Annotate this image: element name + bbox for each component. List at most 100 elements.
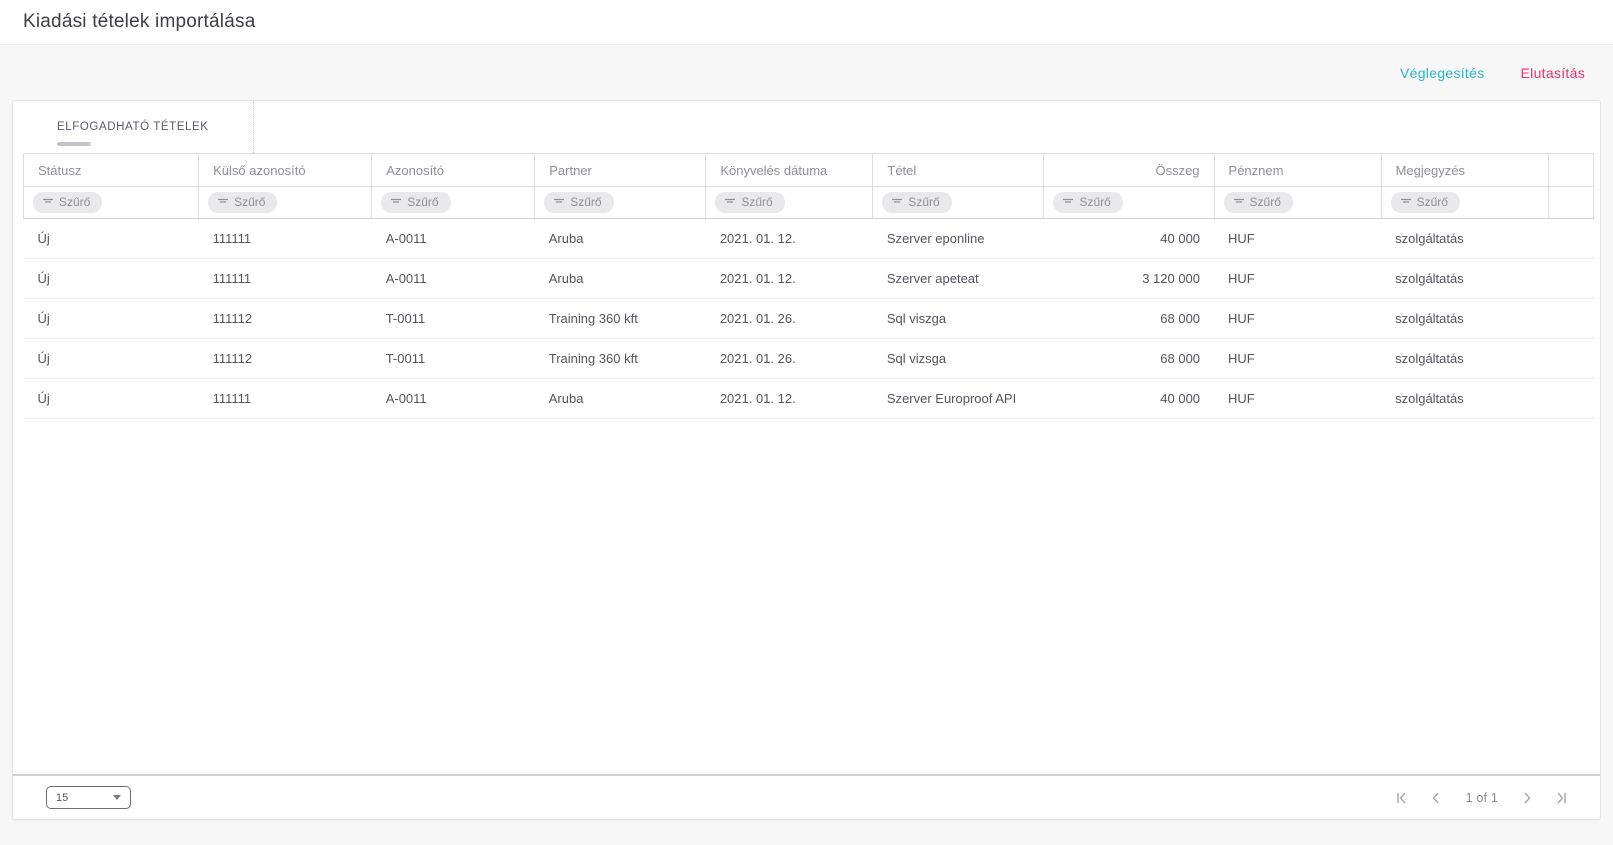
cell-4-7: HUF: [1214, 379, 1381, 419]
filter-lines-icon: [891, 197, 903, 207]
column-header-8: Megjegyzés: [1381, 154, 1548, 187]
filter-label: Szűrő: [1079, 195, 1110, 209]
filter-cell-5: Szűrő: [873, 187, 1044, 219]
table-row[interactable]: Új111111A-0011Aruba2021. 01. 12.Szerver …: [24, 379, 1594, 419]
filter-lines-icon: [42, 197, 54, 207]
cell-3-3: Training 360 kft: [535, 339, 706, 379]
grid-footer: 15 1 of 1: [13, 774, 1600, 819]
cell-1-3: Aruba: [535, 259, 706, 299]
page-title: Kiadási tételek importálása: [23, 11, 255, 33]
filter-button-3[interactable]: Szűrő: [544, 192, 613, 213]
cell-3-8: szolgáltatás: [1381, 339, 1548, 379]
row-spacer: [1548, 259, 1593, 299]
cell-0-4: 2021. 01. 12.: [706, 219, 873, 259]
cell-3-7: HUF: [1214, 339, 1381, 379]
cell-0-1: 111111: [199, 219, 372, 259]
page-status: 1 of 1: [1465, 790, 1498, 805]
last-page-button[interactable]: [1548, 785, 1574, 811]
page-size-value: 15: [56, 792, 68, 804]
cell-1-6: 3 120 000: [1044, 259, 1214, 299]
cell-1-5: Szerver apeteat: [873, 259, 1044, 299]
cell-0-5: Szerver eponline: [873, 219, 1044, 259]
column-header-5: Tétel: [873, 154, 1044, 187]
cell-2-4: 2021. 01. 26.: [706, 299, 873, 339]
items-table: StátuszKülső azonosítóAzonosítóPartnerKö…: [23, 153, 1594, 419]
cell-0-3: Aruba: [535, 219, 706, 259]
title-bar: Kiadási tételek importálása: [0, 0, 1613, 45]
cell-2-0: Új: [24, 299, 199, 339]
table-row[interactable]: Új111112T-0011Training 360 kft2021. 01. …: [24, 299, 1594, 339]
cell-2-8: szolgáltatás: [1381, 299, 1548, 339]
finalize-button[interactable]: Véglegesítés: [1400, 65, 1485, 81]
cell-3-5: Sql vizsga: [873, 339, 1044, 379]
content-card: ELFOGADHATÓ TÉTELEK StátuszKülső azonosí…: [12, 100, 1601, 820]
filter-cell-3: Szűrő: [535, 187, 706, 219]
filter-button-8[interactable]: Szűrő: [1391, 192, 1460, 213]
column-header-3: Partner: [535, 154, 706, 187]
cell-2-2: T-0011: [372, 299, 535, 339]
column-header-4: Könyvelés dátuma: [706, 154, 873, 187]
row-spacer: [1548, 339, 1593, 379]
cell-0-8: szolgáltatás: [1381, 219, 1548, 259]
table-row[interactable]: Új111111A-0011Aruba2021. 01. 12.Szerver …: [24, 219, 1594, 259]
tab-bar: ELFOGADHATÓ TÉTELEK: [13, 101, 1600, 153]
cell-4-0: Új: [24, 379, 199, 419]
filter-button-2[interactable]: Szűrő: [381, 192, 450, 213]
filter-cell-2: Szűrő: [372, 187, 535, 219]
filter-button-5[interactable]: Szűrő: [882, 192, 951, 213]
filter-label: Szűrő: [570, 195, 601, 209]
filter-label: Szűrő: [1250, 195, 1281, 209]
filter-button-4[interactable]: Szűrő: [715, 192, 784, 213]
cell-0-0: Új: [24, 219, 199, 259]
column-header-7: Pénznem: [1214, 154, 1381, 187]
cell-1-2: A-0011: [372, 259, 535, 299]
pagination: 1 of 1: [1389, 785, 1574, 811]
tab-acceptable-items[interactable]: ELFOGADHATÓ TÉTELEK: [13, 101, 254, 153]
cell-1-0: Új: [24, 259, 199, 299]
cell-2-3: Training 360 kft: [535, 299, 706, 339]
column-header-0: Státusz: [24, 154, 199, 187]
reject-button[interactable]: Elutasítás: [1521, 65, 1585, 81]
table-row[interactable]: Új111111A-0011Aruba2021. 01. 12.Szerver …: [24, 259, 1594, 299]
header-spacer: [1548, 187, 1593, 219]
row-spacer: [1548, 219, 1593, 259]
table-row[interactable]: Új111112T-0011Training 360 kft2021. 01. …: [24, 339, 1594, 379]
filter-button-7[interactable]: Szűrő: [1224, 192, 1293, 213]
cell-3-1: 111112: [199, 339, 372, 379]
cell-4-1: 111111: [199, 379, 372, 419]
cell-4-3: Aruba: [535, 379, 706, 419]
tab-label: ELFOGADHATÓ TÉTELEK: [57, 121, 209, 133]
filter-lines-icon: [1062, 197, 1074, 207]
last-page-icon: [1554, 791, 1568, 805]
cell-0-7: HUF: [1214, 219, 1381, 259]
filter-button-0[interactable]: Szűrő: [33, 192, 102, 213]
filter-lines-icon: [553, 197, 565, 207]
previous-page-button[interactable]: [1423, 785, 1449, 811]
next-page-button[interactable]: [1514, 785, 1540, 811]
cell-3-0: Új: [24, 339, 199, 379]
first-page-button[interactable]: [1389, 785, 1415, 811]
chevron-down-icon: [113, 795, 121, 800]
table-header-row: StátuszKülső azonosítóAzonosítóPartnerKö…: [24, 154, 1594, 187]
cell-1-4: 2021. 01. 12.: [706, 259, 873, 299]
filter-button-6[interactable]: Szűrő: [1053, 192, 1122, 213]
filter-lines-icon: [724, 197, 736, 207]
cell-4-4: 2021. 01. 12.: [706, 379, 873, 419]
cell-2-6: 68 000: [1044, 299, 1214, 339]
cell-2-5: Sql viszga: [873, 299, 1044, 339]
filter-label: Szűrő: [1417, 195, 1448, 209]
cell-1-7: HUF: [1214, 259, 1381, 299]
filter-lines-icon: [217, 197, 229, 207]
cell-2-1: 111112: [199, 299, 372, 339]
page-size-select[interactable]: 15: [46, 786, 131, 809]
first-page-icon: [1395, 791, 1409, 805]
filter-cell-7: Szűrő: [1214, 187, 1381, 219]
filter-button-1[interactable]: Szűrő: [208, 192, 277, 213]
cell-4-6: 40 000: [1044, 379, 1214, 419]
cell-2-7: HUF: [1214, 299, 1381, 339]
column-header-6: Összeg: [1044, 154, 1214, 187]
cell-1-8: szolgáltatás: [1381, 259, 1548, 299]
items-grid: StátuszKülső azonosítóAzonosítóPartnerKö…: [13, 153, 1600, 774]
filter-label: Szűrő: [407, 195, 438, 209]
cell-4-5: Szerver Europroof API: [873, 379, 1044, 419]
